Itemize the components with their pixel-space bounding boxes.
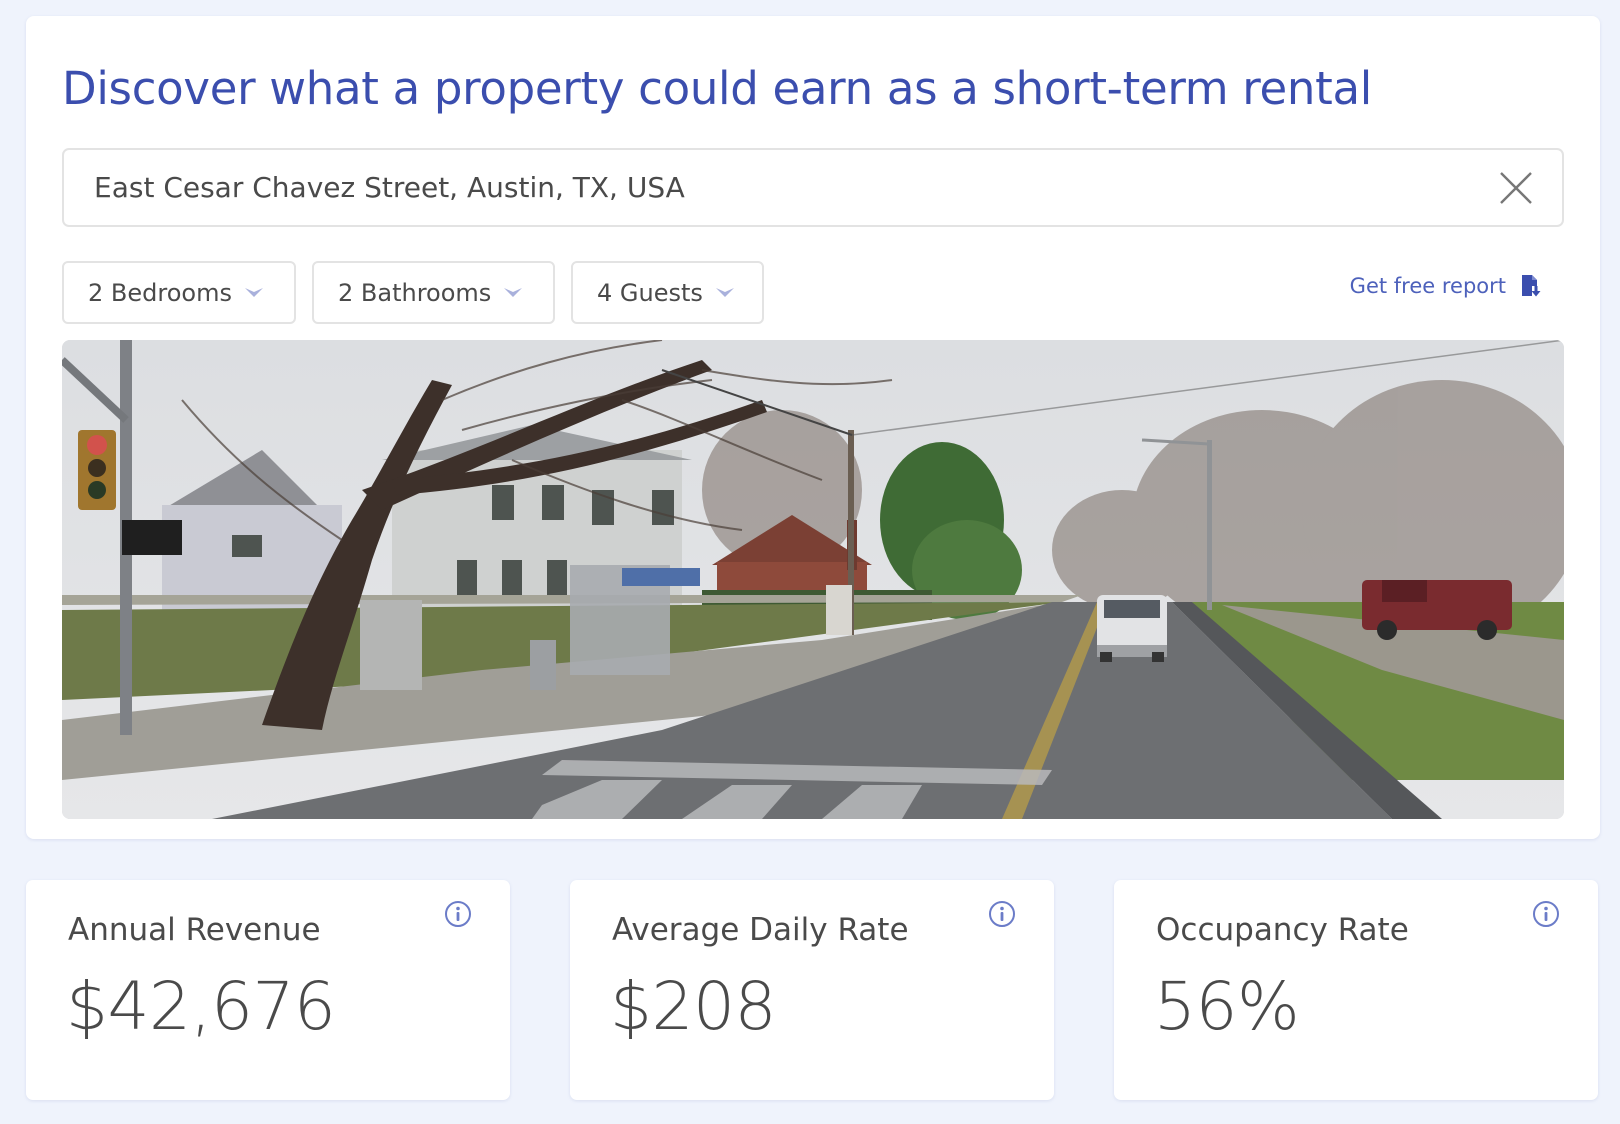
chevron-down-icon bbox=[504, 287, 523, 297]
stat-value: $208 bbox=[610, 968, 776, 1045]
address-search-input[interactable] bbox=[94, 150, 1474, 225]
chevron-down-icon bbox=[244, 287, 263, 297]
clear-search-button[interactable] bbox=[1498, 170, 1534, 206]
get-free-report-label: Get free report bbox=[1349, 274, 1506, 298]
estimator-card: Discover what a property could earn as a… bbox=[26, 16, 1600, 839]
stat-card-average-daily-rate: Average Daily Rate $208 bbox=[570, 880, 1054, 1100]
info-icon[interactable] bbox=[1532, 900, 1560, 928]
address-search-box bbox=[62, 148, 1564, 227]
street-view-illustration bbox=[62, 340, 1564, 819]
property-street-view-photo bbox=[62, 340, 1564, 819]
chevron-down-icon bbox=[715, 287, 734, 297]
stat-card-annual-revenue: Annual Revenue $42,676 bbox=[26, 880, 510, 1100]
close-icon bbox=[1500, 172, 1532, 204]
get-free-report-link[interactable]: Get free report bbox=[1350, 274, 1542, 298]
document-download-icon bbox=[1522, 275, 1541, 297]
stat-value: $42,676 bbox=[66, 968, 336, 1045]
bedrooms-dropdown-label: 2 Bedrooms bbox=[88, 278, 232, 307]
bathrooms-dropdown[interactable]: 2 Bathrooms bbox=[312, 261, 555, 324]
stat-value: 56% bbox=[1154, 968, 1300, 1045]
page-title: Discover what a property could earn as a… bbox=[62, 62, 1372, 115]
bedrooms-dropdown[interactable]: 2 Bedrooms bbox=[62, 261, 296, 324]
guests-dropdown-label: 4 Guests bbox=[597, 278, 703, 307]
stat-label: Average Daily Rate bbox=[612, 912, 909, 948]
guests-dropdown[interactable]: 4 Guests bbox=[571, 261, 764, 324]
stat-card-occupancy-rate: Occupancy Rate 56% bbox=[1114, 880, 1598, 1100]
bathrooms-dropdown-label: 2 Bathrooms bbox=[338, 278, 492, 307]
stat-label: Occupancy Rate bbox=[1156, 912, 1409, 948]
info-icon[interactable] bbox=[988, 900, 1016, 928]
stat-label: Annual Revenue bbox=[68, 912, 321, 948]
info-icon[interactable] bbox=[444, 900, 472, 928]
